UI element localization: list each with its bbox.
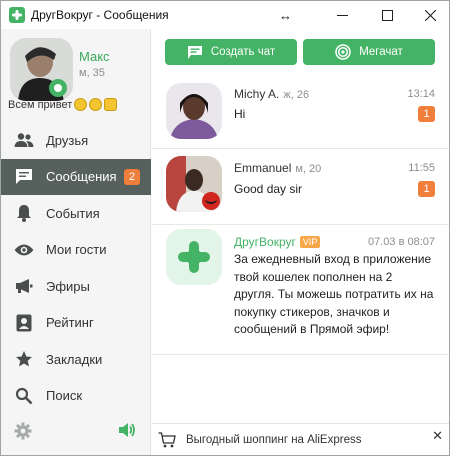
app-logo-icon <box>9 7 25 23</box>
minimize-button[interactable] <box>319 1 365 30</box>
maximize-button[interactable] <box>364 1 410 30</box>
window-frame <box>0 29 450 456</box>
minimize-icon <box>336 15 348 16</box>
close-icon <box>424 10 436 21</box>
title-bar: ДругВокруг - Сообщения ↔ <box>0 0 450 29</box>
window-title: ДругВокруг - Сообщения <box>31 8 169 22</box>
close-button[interactable] <box>407 1 450 30</box>
maximize-icon <box>381 10 393 21</box>
resize-arrows-icon[interactable]: ↔ <box>279 8 292 23</box>
